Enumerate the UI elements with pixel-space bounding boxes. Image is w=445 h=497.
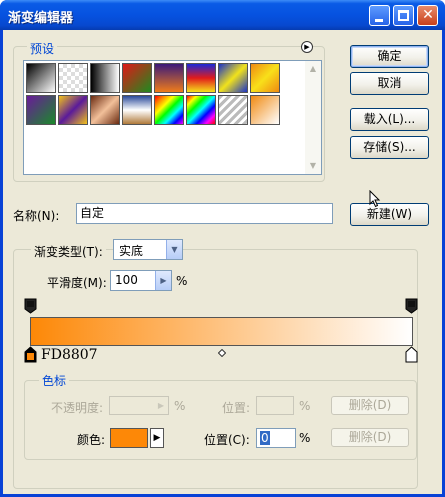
opacity-stop-right[interactable] — [405, 298, 418, 314]
minimize-button[interactable] — [369, 5, 390, 26]
close-icon: ✕ — [422, 7, 434, 23]
close-button[interactable]: ✕ — [417, 5, 438, 26]
maximize-button[interactable] — [393, 5, 414, 26]
opacity-position-field — [256, 396, 294, 415]
color-stop-left[interactable] — [24, 346, 37, 363]
color-position-field[interactable]: 0 — [256, 428, 296, 448]
preset-swatch-violet-orange[interactable] — [154, 63, 184, 93]
name-label: 名称(N): — [13, 209, 60, 223]
preset-swatch-chrome[interactable] — [122, 95, 152, 125]
smoothness-percent: % — [176, 274, 188, 288]
mouse-cursor-icon — [369, 189, 381, 208]
title-bar[interactable]: 渐变编辑器 ✕ — [0, 0, 445, 30]
preset-swatch-blue-yellow-blue[interactable] — [218, 63, 248, 93]
gradient-type-value: 实底 — [119, 244, 144, 258]
gradient-type-select[interactable]: 实底 ▼ — [113, 239, 183, 260]
color-position-label: 位置(C): — [204, 433, 250, 447]
chevron-down-icon[interactable]: ▼ — [166, 240, 182, 259]
opacity-field: ▶ — [109, 396, 169, 415]
color-label: 颜色: — [77, 433, 106, 447]
preset-swatch-transparent[interactable] — [58, 63, 88, 93]
scroll-up-icon[interactable]: ▲ — [305, 61, 321, 77]
opacity-delete-button[interactable]: 删除(D) — [331, 396, 409, 415]
color-position-value: 0 — [260, 431, 270, 445]
preset-swatch-spectrum[interactable] — [154, 95, 184, 125]
ok-button[interactable]: 确定 — [350, 45, 429, 68]
smoothness-field[interactable]: 100 ▶ — [110, 270, 172, 291]
new-button[interactable]: 新建(W) — [350, 203, 429, 226]
window-title: 渐变编辑器 — [8, 11, 74, 26]
opacity-position-percent: % — [299, 399, 311, 413]
preset-swatch-transparent-rainbow[interactable] — [186, 95, 216, 125]
preset-swatch-red-green[interactable] — [122, 63, 152, 93]
preset-swatch-copper[interactable] — [90, 95, 120, 125]
preset-swatch-black-white[interactable] — [26, 63, 56, 93]
color-menu-arrow-icon[interactable]: ▶ — [150, 428, 164, 448]
minimize-icon — [375, 19, 383, 22]
presets-list: ▲ ▼ — [23, 60, 322, 175]
dialog-body: 预设 ▶ ▲ ▼ 确定 取消 载入(L)... 存储(S)... 名称(N): … — [3, 30, 442, 494]
color-delete-button[interactable]: 删除(D) — [331, 428, 409, 447]
gradient-editor-window: 渐变编辑器 ✕ 预设 ▶ ▲ ▼ 确定 取消 载入(L)... 存储(S)... — [0, 0, 445, 497]
midpoint-diamond-icon[interactable] — [217, 346, 227, 358]
color-position-percent: % — [299, 431, 311, 445]
gradient-bar[interactable] — [30, 317, 413, 346]
color-stop-right[interactable] — [405, 346, 418, 363]
opacity-arrow-icon: ▶ — [157, 401, 165, 410]
preset-swatch-blue-red-yellow[interactable] — [186, 63, 216, 93]
opacity-label: 不透明度: — [51, 401, 104, 415]
stops-label: 色标 — [39, 372, 70, 389]
presets-label: 预设 — [27, 40, 58, 57]
gradient-type-label: 渐变类型(T): — [31, 243, 106, 260]
smoothness-value: 100 — [115, 273, 138, 287]
opacity-percent: % — [174, 399, 186, 413]
play-arrow-icon: ▶ — [304, 43, 310, 51]
presets-menu-button[interactable]: ▶ — [301, 41, 313, 53]
opacity-position-label: 位置: — [222, 401, 251, 415]
scroll-down-icon[interactable]: ▼ — [305, 158, 321, 174]
save-button[interactable]: 存储(S)... — [350, 136, 429, 159]
color-hex-readout: FD8807 — [41, 347, 98, 363]
name-field[interactable]: 自定 — [76, 203, 333, 224]
preset-swatch-yellow-violet[interactable] — [58, 95, 88, 125]
presets-scrollbar[interactable]: ▲ ▼ — [305, 61, 321, 174]
opacity-stop-left[interactable] — [24, 298, 37, 314]
maximize-icon — [398, 10, 409, 21]
preset-swatch-transparent-stripes[interactable] — [218, 95, 248, 125]
preset-swatch-orange-white[interactable] — [250, 95, 280, 125]
stop-color-swatch[interactable] — [110, 428, 148, 448]
preset-swatch-violet-green[interactable] — [26, 95, 56, 125]
smoothness-slider-arrow-icon[interactable]: ▶ — [155, 271, 171, 290]
preset-swatch-black-white-2[interactable] — [90, 63, 120, 93]
smoothness-label: 平滑度(M): — [47, 276, 107, 290]
cancel-button[interactable]: 取消 — [350, 72, 429, 95]
preset-swatch-orange-yellow[interactable] — [250, 63, 280, 93]
stops-group — [24, 380, 417, 460]
load-button[interactable]: 载入(L)... — [350, 108, 429, 131]
